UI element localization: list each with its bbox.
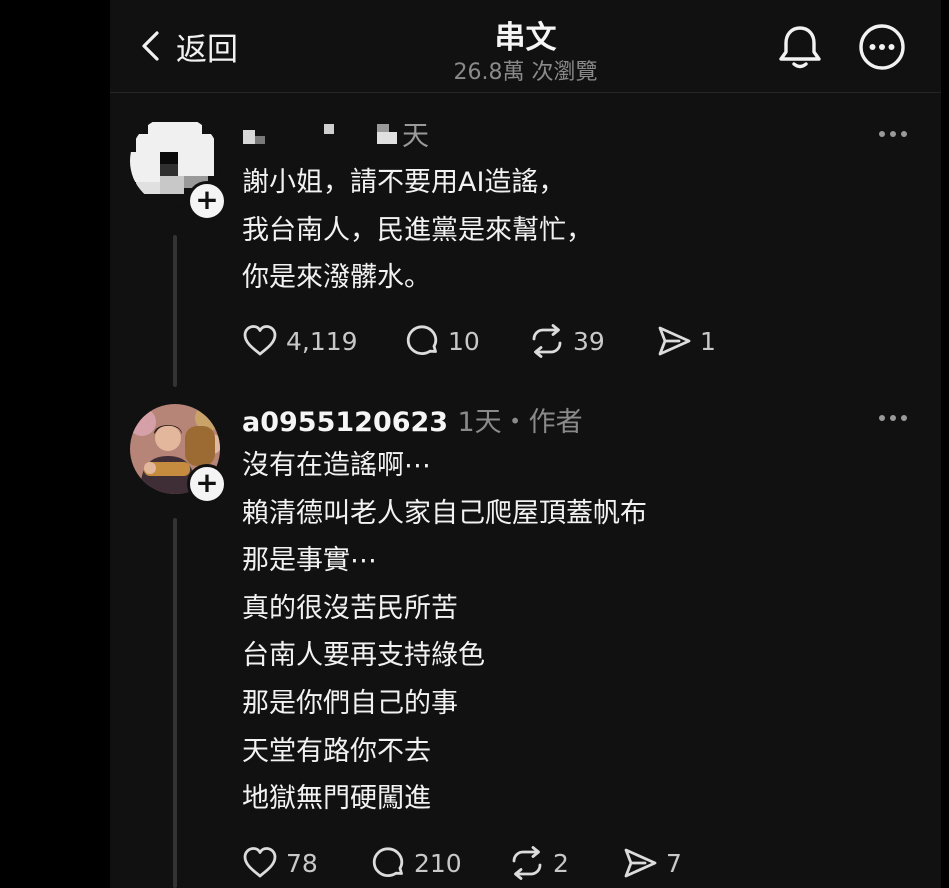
post-time: 天	[402, 121, 429, 152]
post-body: 謝小姐，請不要用AI造謠， 我台南人，民進黨是來幫忙， 你是來潑髒水。	[242, 159, 593, 302]
more-circle-icon[interactable]	[858, 23, 906, 71]
author-username[interactable]: a0955120623 1天・作者	[242, 400, 583, 439]
post-actions: 4,119 10 39 1	[242, 321, 862, 361]
thread-line	[173, 518, 177, 888]
post-line: 天堂有路你不去	[242, 735, 431, 767]
speech-bubble-icon	[372, 847, 404, 877]
reply-button[interactable]: 10	[404, 321, 480, 361]
top-bar: 返回 串文 26.8萬 次瀏覽	[110, 0, 941, 93]
author-reply-post: + a0955120623 1天・作者 沒有在造謠啊⋯ 賴清德叫老人家自己爬屋頂…	[110, 392, 941, 888]
heart-icon	[243, 325, 277, 356]
send-icon	[624, 848, 657, 878]
repost-icon	[512, 846, 542, 880]
post-line: 沒有在造謠啊⋯	[242, 450, 431, 481]
repost-icon	[532, 324, 562, 358]
reply-count: 210	[414, 848, 462, 878]
post-line: 那是事實⋯	[242, 545, 377, 577]
username-redacted[interactable]: 天	[242, 116, 432, 152]
reply-button[interactable]: 210	[370, 843, 462, 883]
post-line: 真的很沒苦民所苦	[242, 592, 458, 624]
speech-bubble-icon	[406, 325, 438, 355]
repost-count: 39	[573, 326, 605, 356]
like-count: 4,119	[286, 326, 358, 356]
post-line: 謝小姐，請不要用AI造謠，	[242, 167, 566, 198]
reply-count: 10	[448, 326, 480, 356]
like-button[interactable]: 78	[242, 843, 318, 883]
more-options-icon[interactable]	[878, 128, 908, 140]
like-button[interactable]: 4,119	[242, 321, 358, 361]
share-button[interactable]: 7	[622, 843, 682, 883]
bell-icon[interactable]	[776, 23, 824, 71]
post-line: 你是來潑髒水。	[242, 262, 431, 294]
post-actions: 78 210 2 7	[242, 843, 862, 883]
post-line: 賴清德叫老人家自己爬屋頂蓋帆布	[242, 497, 647, 529]
repost-button[interactable]: 39	[529, 321, 605, 361]
share-count: 7	[666, 848, 682, 878]
share-button[interactable]: 1	[656, 321, 716, 361]
post-line: 我台南人，民進黨是來幫忙，	[242, 214, 593, 246]
post-meta: 1天・作者	[457, 407, 583, 438]
repost-count: 2	[553, 848, 569, 878]
follow-plus-button[interactable]: +	[187, 181, 227, 221]
share-count: 1	[700, 326, 716, 356]
username-text: a0955120623	[242, 407, 449, 438]
follow-plus-button[interactable]: +	[187, 464, 227, 504]
repost-button[interactable]: 2	[509, 843, 569, 883]
comment-post: + 天 謝小姐，請不要用AI造謠， 我台南人，民進黨是來幫忙， 你是來潑髒水。	[110, 92, 941, 392]
post-body: 沒有在造謠啊⋯ 賴清德叫老人家自己爬屋頂蓋帆布 那是事實⋯ 真的很沒苦民所苦 台…	[242, 442, 647, 823]
post-line: 地獄無門硬闖進	[242, 783, 431, 815]
like-count: 78	[286, 848, 318, 878]
heart-icon	[243, 847, 277, 878]
post-line: 台南人要再支持綠色	[242, 640, 485, 672]
threads-app: 返回 串文 26.8萬 次瀏覽 + 天 謝小姐，請不要用AI造謠， 我台南人，民…	[110, 0, 941, 888]
more-options-icon[interactable]	[878, 412, 908, 424]
send-icon	[658, 326, 691, 356]
thread-line	[173, 235, 177, 387]
post-line: 那是你們自己的事	[242, 687, 458, 719]
